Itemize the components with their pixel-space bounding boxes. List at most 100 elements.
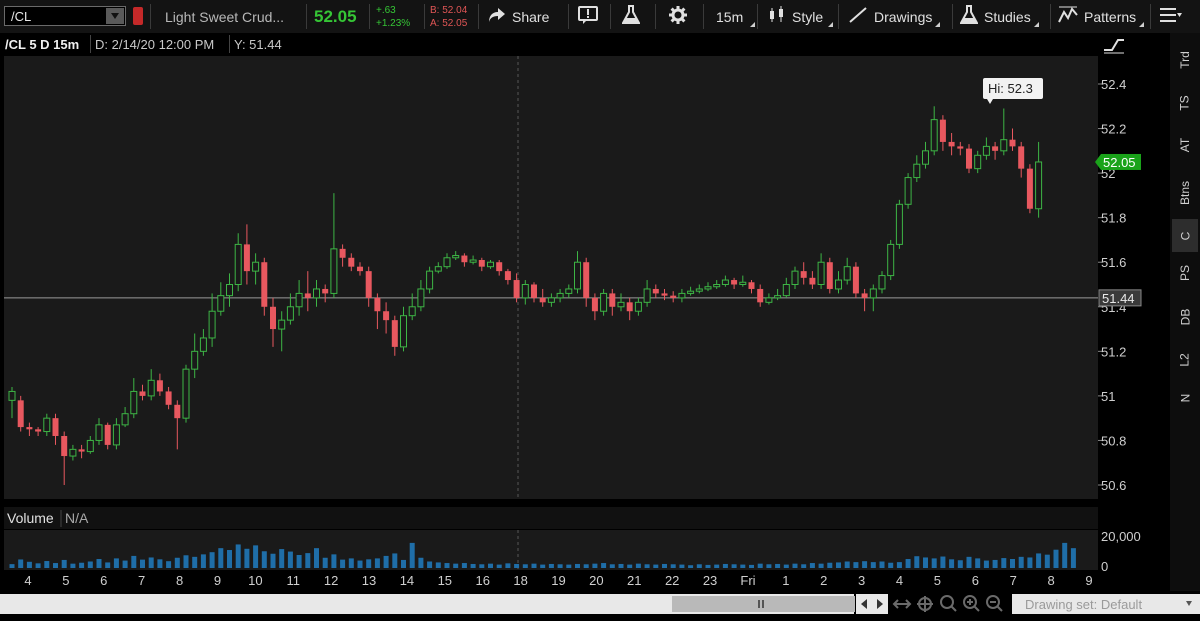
volume-bar xyxy=(923,557,928,568)
volume-bar xyxy=(983,560,989,568)
volume-bar xyxy=(270,553,276,568)
candle xyxy=(600,288,608,316)
tab-ps[interactable]: PS xyxy=(1172,256,1198,289)
candle xyxy=(17,395,24,432)
volume-bar xyxy=(575,563,580,568)
tab-n[interactable]: N xyxy=(1172,381,1198,414)
tab-btns[interactable]: Btns xyxy=(1172,176,1198,209)
volume-bar xyxy=(209,552,215,568)
volume-bar xyxy=(653,564,659,568)
candle-body xyxy=(652,288,659,294)
volume-bar xyxy=(548,563,554,568)
volume-bar xyxy=(166,561,172,568)
candle-body xyxy=(139,391,146,396)
bottom-bar: Drawing set: Default xyxy=(0,591,1200,616)
crosshair-price-label: 51.44 xyxy=(1102,291,1135,306)
zoom-search-icon[interactable] xyxy=(940,595,957,612)
pan-icon[interactable] xyxy=(892,599,912,609)
candle-body xyxy=(270,306,276,330)
volume-bar xyxy=(844,561,850,568)
candle xyxy=(826,257,833,294)
volume-bar xyxy=(1036,553,1042,568)
y-tick-label: 51.6 xyxy=(1101,255,1126,270)
candle-body xyxy=(670,295,677,298)
candle-body xyxy=(426,270,434,290)
candle-body xyxy=(322,288,329,294)
candle-body xyxy=(922,150,929,165)
last-price-label: 52.05 xyxy=(1103,155,1136,170)
drawing-set-label: Drawing set: Default xyxy=(1025,597,1143,612)
candle-body xyxy=(121,413,129,426)
candle-body xyxy=(930,119,938,152)
candle-body xyxy=(957,146,964,149)
tab-ts[interactable]: TS xyxy=(1172,86,1198,119)
candle-body xyxy=(374,297,381,312)
tab-db[interactable]: DB xyxy=(1172,300,1198,333)
zoom-in-icon[interactable] xyxy=(963,595,980,612)
volume-bar xyxy=(879,561,885,568)
candle-body xyxy=(182,368,190,419)
volume-bar xyxy=(601,563,607,568)
volume-bar xyxy=(818,563,824,568)
volume-header-bar xyxy=(4,507,1098,529)
candle-body xyxy=(791,270,799,285)
candle-body xyxy=(295,292,303,308)
volume-bar xyxy=(314,548,319,568)
volume-bar xyxy=(453,563,459,568)
volume-bar xyxy=(18,559,24,568)
candle-body xyxy=(69,448,77,457)
volume-bar xyxy=(783,564,789,568)
candle-body xyxy=(591,297,598,312)
candle-body xyxy=(626,302,633,312)
volume-bar xyxy=(514,563,520,568)
candle-body xyxy=(112,424,120,446)
candle-body xyxy=(913,163,921,179)
candle-body xyxy=(286,306,294,321)
divider xyxy=(229,35,230,53)
candle-body xyxy=(226,284,233,297)
volume-bar xyxy=(670,564,676,568)
chart-title: /CL 5 D 15m xyxy=(5,37,80,52)
volume-bar xyxy=(105,562,111,568)
volume-bar xyxy=(279,549,285,568)
x-tick-label: 6 xyxy=(972,573,979,588)
candle-body xyxy=(383,311,390,321)
volume-bar xyxy=(566,564,572,568)
candle-body xyxy=(861,293,868,298)
candle-body xyxy=(469,259,477,263)
volume-bar xyxy=(366,559,372,568)
candle-body xyxy=(695,288,703,292)
volume-bar xyxy=(1018,556,1024,568)
volume-bar xyxy=(1053,549,1059,568)
fit-chart-icon[interactable] xyxy=(1101,36,1127,55)
volume-bar xyxy=(496,564,502,568)
candle-body xyxy=(992,146,999,151)
tab-at[interactable]: AT xyxy=(1172,128,1198,161)
tab-l2[interactable]: L2 xyxy=(1172,343,1198,376)
volume-bar xyxy=(522,564,528,568)
tab-trd[interactable]: Trd xyxy=(1172,43,1198,76)
tab-c[interactable]: C xyxy=(1172,219,1198,252)
candle-body xyxy=(496,262,503,272)
volume-bar xyxy=(479,564,485,568)
candle-body xyxy=(809,277,816,285)
volume-bar xyxy=(296,554,302,568)
volume-bar xyxy=(714,564,720,568)
volume-bar xyxy=(696,564,702,568)
volume-bar xyxy=(836,562,841,568)
candle xyxy=(887,239,895,281)
x-tick-label: 6 xyxy=(100,573,107,588)
volume-bar xyxy=(192,556,198,568)
candle-body xyxy=(835,279,842,290)
zoom-out-icon[interactable] xyxy=(986,595,1003,612)
candle-body xyxy=(434,266,442,272)
crosshair-icon[interactable] xyxy=(917,596,933,612)
candle-body xyxy=(243,244,250,272)
chart-canvas[interactable]: 52.452.25251.851.651.451.25150.850.6 456… xyxy=(0,0,1170,616)
candle-body xyxy=(339,248,346,258)
candle xyxy=(852,262,859,298)
volume-bar xyxy=(35,563,41,568)
candle-body xyxy=(966,148,972,169)
volume-bar xyxy=(148,557,154,568)
volume-bar xyxy=(461,563,467,568)
